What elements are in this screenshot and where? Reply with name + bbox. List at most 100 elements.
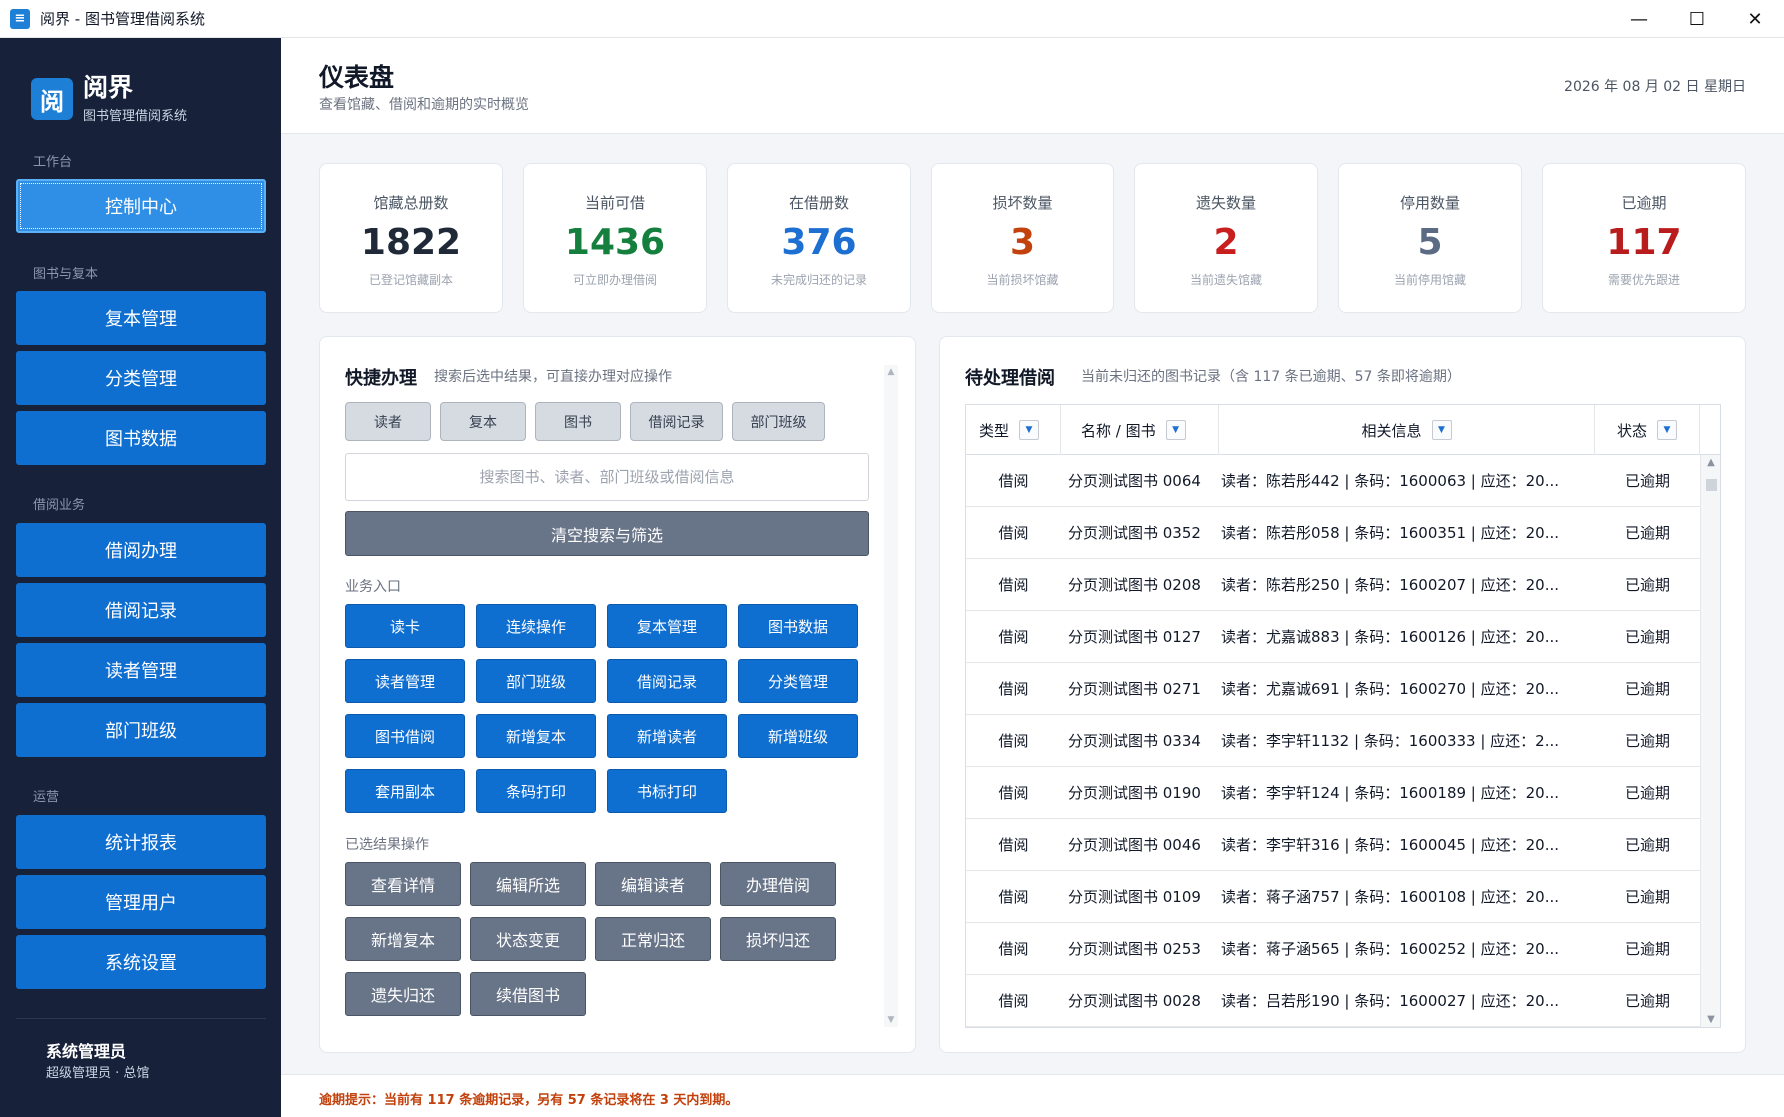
entry-button-reader-manage[interactable]: 读者管理 xyxy=(345,659,465,703)
entry-button-barcode-print[interactable]: 条码打印 xyxy=(476,769,596,813)
entry-button-department[interactable]: 部门班级 xyxy=(476,659,596,703)
action-button-edit-reader[interactable]: 编辑读者 xyxy=(595,862,711,906)
table-row[interactable]: 借阅 分页测试图书 0028 读者：吕若彤190 | 条码：1600027 | 应还… xyxy=(966,975,1700,1027)
user-role: 超级管理员 · 总馆 xyxy=(46,1066,150,1081)
maximize-icon[interactable]: ☐ xyxy=(1668,0,1726,38)
cell-info: 读者：李宇轩124 | 条码：1600189 | 应还：20... xyxy=(1221,784,1560,802)
scroll-up-icon[interactable]: ▲ xyxy=(884,367,898,377)
action-button-view-detail[interactable]: 查看详情 xyxy=(345,862,461,906)
action-button-damage-return[interactable]: 损坏归还 xyxy=(720,917,836,961)
entry-button-apply-copy[interactable]: 套用副本 xyxy=(345,769,465,813)
filter-dropdown-icon[interactable]: ▼ xyxy=(1657,420,1677,440)
sidebar-item-category-manage[interactable]: 分类管理 xyxy=(16,351,266,405)
entry-button-copy-manage[interactable]: 复本管理 xyxy=(607,604,727,648)
column-header-info[interactable]: 相关信息 ▼ xyxy=(1219,405,1595,455)
sidebar-item-reader-manage[interactable]: 读者管理 xyxy=(16,643,266,697)
action-button-status-change[interactable]: 状态变更 xyxy=(470,917,586,961)
table-row[interactable]: 借阅 分页测试图书 0190 读者：李宇轩124 | 条码：1600189 | 应还… xyxy=(966,767,1700,819)
table-scrollbar[interactable]: ▲ ▼ xyxy=(1700,455,1720,1027)
sidebar-item-manage-users[interactable]: 管理用户 xyxy=(16,875,266,929)
table-row[interactable]: 借阅 分页测试图书 0064 读者：陈若彤442 | 条码：1600063 | 应还… xyxy=(966,455,1700,507)
column-header-status[interactable]: 状态 ▼ xyxy=(1595,405,1700,455)
stat-value: 2 xyxy=(1213,222,1239,263)
filter-dropdown-icon[interactable]: ▼ xyxy=(1165,420,1186,440)
cell-status: 已逾期 xyxy=(1624,472,1670,490)
entry-button-book-borrow[interactable]: 图书借阅 xyxy=(345,714,465,758)
search-input[interactable] xyxy=(345,453,869,501)
sidebar-item-system-settings[interactable]: 系统设置 xyxy=(16,935,266,989)
entry-button-add-reader[interactable]: 新增读者 xyxy=(607,714,727,758)
close-icon[interactable]: ✕ xyxy=(1726,0,1784,38)
scroll-down-icon[interactable]: ▼ xyxy=(1701,1014,1720,1025)
quick-panel-scrollbar[interactable]: ▲ ▼ xyxy=(884,365,898,1027)
sidebar-item-borrow-handle[interactable]: 借阅办理 xyxy=(16,523,266,577)
column-header-name[interactable]: 名称 / 图书 ▼ xyxy=(1061,405,1219,455)
window-title: 阅界 - 图书管理借阅系统 xyxy=(40,10,205,28)
action-button-normal-return[interactable]: 正常归还 xyxy=(595,917,711,961)
minimize-icon[interactable]: — xyxy=(1610,0,1668,38)
clear-search-button[interactable]: 清空搜索与筛选 xyxy=(345,511,869,556)
action-button-handle-borrow[interactable]: 办理借阅 xyxy=(720,862,836,906)
brand-name: 阅界 xyxy=(83,73,134,102)
table-row[interactable]: 借阅 分页测试图书 0352 读者：陈若彤058 | 条码：1600351 | 应还… xyxy=(966,507,1700,559)
action-button-lost-return[interactable]: 遗失归还 xyxy=(345,972,461,1016)
cell-status: 已逾期 xyxy=(1624,576,1670,594)
cell-info: 读者：吕若彤190 | 条码：1600027 | 应还：20... xyxy=(1221,992,1560,1010)
cell-type: 借阅 xyxy=(998,888,1029,906)
brand: 阅 阅界 图书管理借阅系统 xyxy=(31,74,187,124)
action-button-add-copy[interactable]: 新增复本 xyxy=(345,917,461,961)
scroll-up-icon[interactable]: ▲ xyxy=(1701,457,1720,468)
cell-info: 读者：陈若彤250 | 条码：1600207 | 应还：20... xyxy=(1221,576,1560,594)
quick-panel-subtitle: 搜索后选中结果，可直接办理对应操作 xyxy=(434,369,672,385)
sidebar-item-stats-report[interactable]: 统计报表 xyxy=(16,815,266,869)
sidebar-item-copy-manage[interactable]: 复本管理 xyxy=(16,291,266,345)
scrollbar-thumb[interactable] xyxy=(1706,479,1717,491)
filter-chip-department[interactable]: 部门班级 xyxy=(732,402,825,441)
cell-info: 读者：尤嘉诚691 | 条码：1600270 | 应还：20... xyxy=(1221,680,1560,698)
entry-group-label: 业务入口 xyxy=(345,579,401,595)
table-row[interactable]: 借阅 分页测试图书 0046 读者：李宇轩316 | 条码：1600045 | 应还… xyxy=(966,819,1700,871)
cell-type: 借阅 xyxy=(998,472,1029,490)
table-row[interactable]: 借阅 分页测试图书 0109 读者：蒋子涵757 | 条码：1600108 | 应还… xyxy=(966,871,1700,923)
stat-label: 馆藏总册数 xyxy=(373,194,449,212)
cell-info: 读者：李宇轩316 | 条码：1600045 | 应还：20... xyxy=(1221,836,1560,854)
action-button-edit-selected[interactable]: 编辑所选 xyxy=(470,862,586,906)
entry-button-continuous[interactable]: 连续操作 xyxy=(476,604,596,648)
table-header: 类型 ▼ 名称 / 图书 ▼ 相关信息 ▼ 状态 ▼ xyxy=(966,405,1720,455)
sidebar-item-control-center[interactable]: 控制中心 xyxy=(16,179,266,233)
scroll-down-icon[interactable]: ▼ xyxy=(884,1015,898,1025)
sidebar-item-book-data[interactable]: 图书数据 xyxy=(16,411,266,465)
filter-dropdown-icon[interactable]: ▼ xyxy=(1019,420,1040,440)
entry-button-borrow-records[interactable]: 借阅记录 xyxy=(607,659,727,703)
table-row[interactable]: 借阅 分页测试图书 0253 读者：蒋子涵565 | 条码：1600252 | 应还… xyxy=(966,923,1700,975)
entry-button-add-class[interactable]: 新增班级 xyxy=(738,714,858,758)
filter-chip-copy[interactable]: 复本 xyxy=(440,402,526,441)
stat-value: 3 xyxy=(1009,222,1036,263)
filter-chip-reader[interactable]: 读者 xyxy=(345,402,431,441)
page-title: 仪表盘 xyxy=(319,63,395,92)
filter-dropdown-icon[interactable]: ▼ xyxy=(1431,420,1452,440)
entry-button-book-data[interactable]: 图书数据 xyxy=(738,604,858,648)
cell-info: 读者：陈若彤442 | 条码：1600063 | 应还：20... xyxy=(1221,472,1560,490)
cell-type: 借阅 xyxy=(998,836,1029,854)
entry-button-category[interactable]: 分类管理 xyxy=(738,659,858,703)
sidebar-item-department-class[interactable]: 部门班级 xyxy=(16,703,266,757)
section-label-ops: 运营 xyxy=(33,790,60,805)
action-button-renew[interactable]: 续借图书 xyxy=(470,972,586,1016)
entry-button-label-print[interactable]: 书标打印 xyxy=(607,769,727,813)
table-row[interactable]: 借阅 分页测试图书 0127 读者：尤嘉诚883 | 条码：1600126 | 应还… xyxy=(966,611,1700,663)
filter-chip-borrow-record[interactable]: 借阅记录 xyxy=(630,402,723,441)
cell-name: 分页测试图书 0352 xyxy=(1068,524,1201,542)
stat-label: 损坏数量 xyxy=(992,194,1053,212)
entry-button-add-copy[interactable]: 新增复本 xyxy=(476,714,596,758)
filter-chip-book[interactable]: 图书 xyxy=(535,402,621,441)
stat-value: 5 xyxy=(1417,222,1443,263)
entry-button-read-card[interactable]: 读卡 xyxy=(345,604,465,648)
sidebar-item-borrow-records[interactable]: 借阅记录 xyxy=(16,583,266,637)
table-row[interactable]: 借阅 分页测试图书 0208 读者：陈若彤250 | 条码：1600207 | 应还… xyxy=(966,559,1700,611)
column-header-type[interactable]: 类型 ▼ xyxy=(966,405,1061,455)
table-row[interactable]: 借阅 分页测试图书 0271 读者：尤嘉诚691 | 条码：1600270 | 应还… xyxy=(966,663,1700,715)
cell-name: 分页测试图书 0046 xyxy=(1068,836,1201,854)
section-label-books: 图书与复本 xyxy=(33,267,99,282)
table-row[interactable]: 借阅 分页测试图书 0334 读者：李宇轩1132 | 条码：1600333 | 应… xyxy=(966,715,1700,767)
